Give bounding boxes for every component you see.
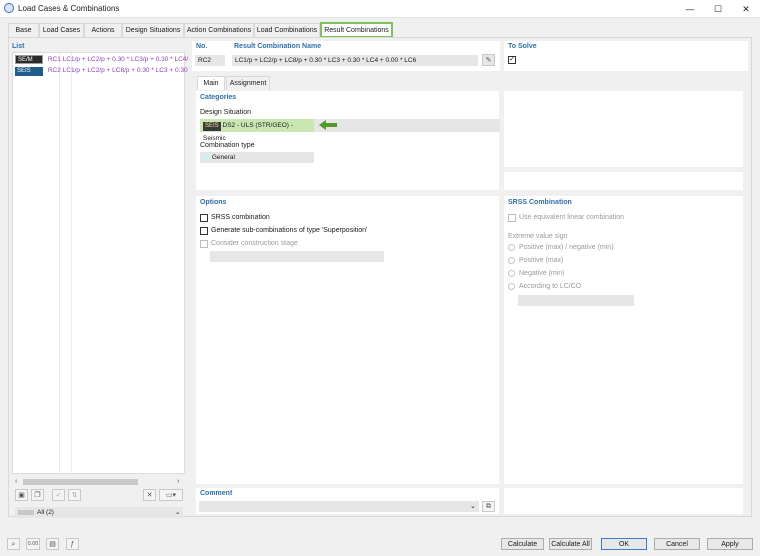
- list-item[interactable]: SE/M RC1 LC1/p + LC2/p + 0.30 * LC3/p + …: [15, 55, 188, 65]
- to-solve-checkbox[interactable]: ✓: [508, 56, 516, 64]
- radio-pos-neg[interactable]: [508, 244, 515, 251]
- to-solve-panel: To Solve ✓: [504, 41, 748, 71]
- superposition-checkbox[interactable]: [200, 227, 208, 235]
- tab-load-cases[interactable]: Load Cases: [39, 23, 84, 37]
- check-icon[interactable]: ✓: [52, 489, 65, 501]
- list-title: List: [12, 43, 25, 50]
- categories-title: Categories: [200, 94, 237, 101]
- radio-positive[interactable]: [508, 257, 515, 264]
- copy-item-icon[interactable]: ❐: [31, 489, 44, 501]
- maximize-button[interactable]: ☐: [704, 0, 732, 18]
- equivalent-linear-label: Use equivalent linear combination: [519, 214, 625, 221]
- comment-panel: Comment ⌄ ⧉: [196, 488, 499, 514]
- options-panel: Options SRSS combination Generate sub-co…: [196, 196, 499, 484]
- minimize-button[interactable]: —: [676, 0, 704, 18]
- radio-negative[interactable]: [508, 270, 515, 277]
- apply-button[interactable]: Apply: [707, 538, 753, 550]
- filter-value: All (2): [37, 509, 54, 516]
- to-solve-label: To Solve: [508, 43, 537, 50]
- design-situation-dropdown[interactable]: SEIS DS2 - ULS (STR/GEO) - Seismic: [200, 119, 314, 142]
- tab-design-situations[interactable]: Design Situations: [122, 23, 184, 37]
- design-situation-field-rest: [314, 119, 500, 132]
- srss-panel: SRSS Combination Use equivalent linear c…: [504, 196, 743, 484]
- design-situation-badge: SEIS: [203, 122, 221, 131]
- radio-lc-co[interactable]: [508, 283, 515, 290]
- equivalent-linear-checkbox[interactable]: [508, 214, 516, 222]
- tab-action-combinations[interactable]: Action Combinations: [184, 23, 254, 37]
- new-item-icon[interactable]: ▣: [15, 489, 28, 501]
- construction-stage-label: Consider construction stage: [211, 240, 298, 247]
- categories-panel: Categories Design Situation SEIS DS2 - U…: [196, 91, 500, 190]
- header-panel: No. RC2 Result Combination Name LC1/p + …: [192, 41, 500, 71]
- comment-title: Comment: [200, 490, 233, 497]
- ok-button[interactable]: OK: [601, 538, 647, 550]
- radio-lc-co-label: According to LC/CO: [519, 283, 582, 290]
- tab-result-combinations[interactable]: Result Combinations: [320, 22, 393, 38]
- tab-assignment[interactable]: Assignment: [226, 76, 270, 90]
- calculate-button[interactable]: Calculate: [501, 538, 544, 550]
- cancel-button[interactable]: Cancel: [654, 538, 700, 550]
- app-icon: [4, 3, 14, 13]
- construction-stage-checkbox[interactable]: [200, 240, 208, 248]
- title-bar: Load Cases & Combinations — ☐ ✕: [0, 0, 760, 18]
- srss-title: SRSS Combination: [508, 199, 572, 206]
- chevron-down-icon: ⌄: [470, 503, 476, 510]
- tab-load-combinations[interactable]: Load Combinations: [254, 23, 320, 37]
- view-menu-icon[interactable]: ▭▾: [159, 489, 183, 501]
- units-icon[interactable]: 0.00: [26, 538, 40, 550]
- srss-label: SRSS combination: [211, 214, 270, 221]
- lc-co-dropdown[interactable]: [518, 295, 634, 306]
- list-panel: SE/M RC1 LC1/p + LC2/p + 0.30 * LC3/p + …: [12, 52, 188, 486]
- list-item-badge: SE/M: [15, 55, 43, 64]
- superposition-label: Generate sub-combinations of type 'Super…: [211, 227, 368, 234]
- construction-stage-dropdown[interactable]: [210, 251, 384, 262]
- scrollbar-thumb[interactable]: [23, 479, 138, 485]
- list-item-badge: SEIS: [15, 67, 43, 76]
- scroll-right-icon[interactable]: ›: [177, 478, 179, 486]
- srss-checkbox[interactable]: [200, 214, 208, 222]
- options-title: Options: [200, 199, 227, 206]
- tab-actions[interactable]: Actions: [84, 23, 122, 37]
- window-title: Load Cases & Combinations: [18, 4, 120, 13]
- combination-type-dropdown[interactable]: General: [200, 152, 314, 163]
- chevron-down-icon: ⌄: [175, 509, 181, 516]
- radio-negative-label: Negative (min): [519, 270, 565, 277]
- list-item-code: RC1: [47, 56, 61, 63]
- list-item-text: LC1/p + LC2/p + LC8/p + 0.30 * LC3 + 0.3…: [62, 67, 188, 74]
- info-icon[interactable]: ƒ: [66, 538, 79, 550]
- comment-edit-icon[interactable]: ⧉: [482, 501, 495, 512]
- combination-type-label: Combination type: [200, 142, 255, 149]
- list-item-selected[interactable]: SEIS RC2 LC1/p + LC2/p + LC8/p + 0.30 * …: [15, 66, 188, 76]
- radio-positive-label: Positive (max): [519, 257, 564, 264]
- extreme-value-label: Extreme value sign: [508, 233, 568, 240]
- filter-swatch: [18, 510, 34, 515]
- renumber-icon[interactable]: ⇅: [68, 489, 81, 501]
- scroll-left-icon[interactable]: ‹: [15, 478, 17, 486]
- tab-main[interactable]: Main: [197, 76, 225, 90]
- combination-type-value: General: [211, 154, 235, 161]
- search-icon[interactable]: ⌕: [7, 538, 20, 550]
- radio-pos-neg-label: Positive (max) / negative (min): [519, 244, 614, 251]
- design-situation-label: Design Situation: [200, 109, 251, 116]
- name-field[interactable]: LC1/p + LC2/p + LC8/p + 0.30 * LC3 + 0.3…: [232, 55, 478, 66]
- tab-base[interactable]: Base: [8, 23, 39, 37]
- name-label: Result Combination Name: [234, 43, 322, 50]
- list-item-text: LC1/p + LC2/p + 0.30 * LC3/p + 0.30 * LC…: [62, 56, 189, 63]
- calculate-all-button[interactable]: Calculate All: [549, 538, 592, 550]
- delete-icon[interactable]: ✕: [143, 489, 156, 501]
- edit-name-icon[interactable]: ✎: [482, 54, 495, 66]
- list-scrollbar[interactable]: ‹ ›: [13, 478, 184, 486]
- comment-field[interactable]: ⌄: [199, 501, 479, 512]
- preview-panel-small: [504, 172, 743, 190]
- no-field[interactable]: RC2: [195, 55, 225, 66]
- comment-side-panel: [504, 488, 743, 514]
- combination-type-swatch: [203, 153, 210, 161]
- close-button[interactable]: ✕: [732, 0, 760, 18]
- arrow-pointer-icon: [319, 120, 337, 130]
- list-item-code: RC2: [47, 67, 61, 74]
- preview-panel: [504, 91, 743, 167]
- filter-dropdown[interactable]: All (2) ⌄: [15, 507, 183, 518]
- model-icon[interactable]: ▤: [46, 538, 59, 550]
- no-label: No.: [196, 43, 208, 50]
